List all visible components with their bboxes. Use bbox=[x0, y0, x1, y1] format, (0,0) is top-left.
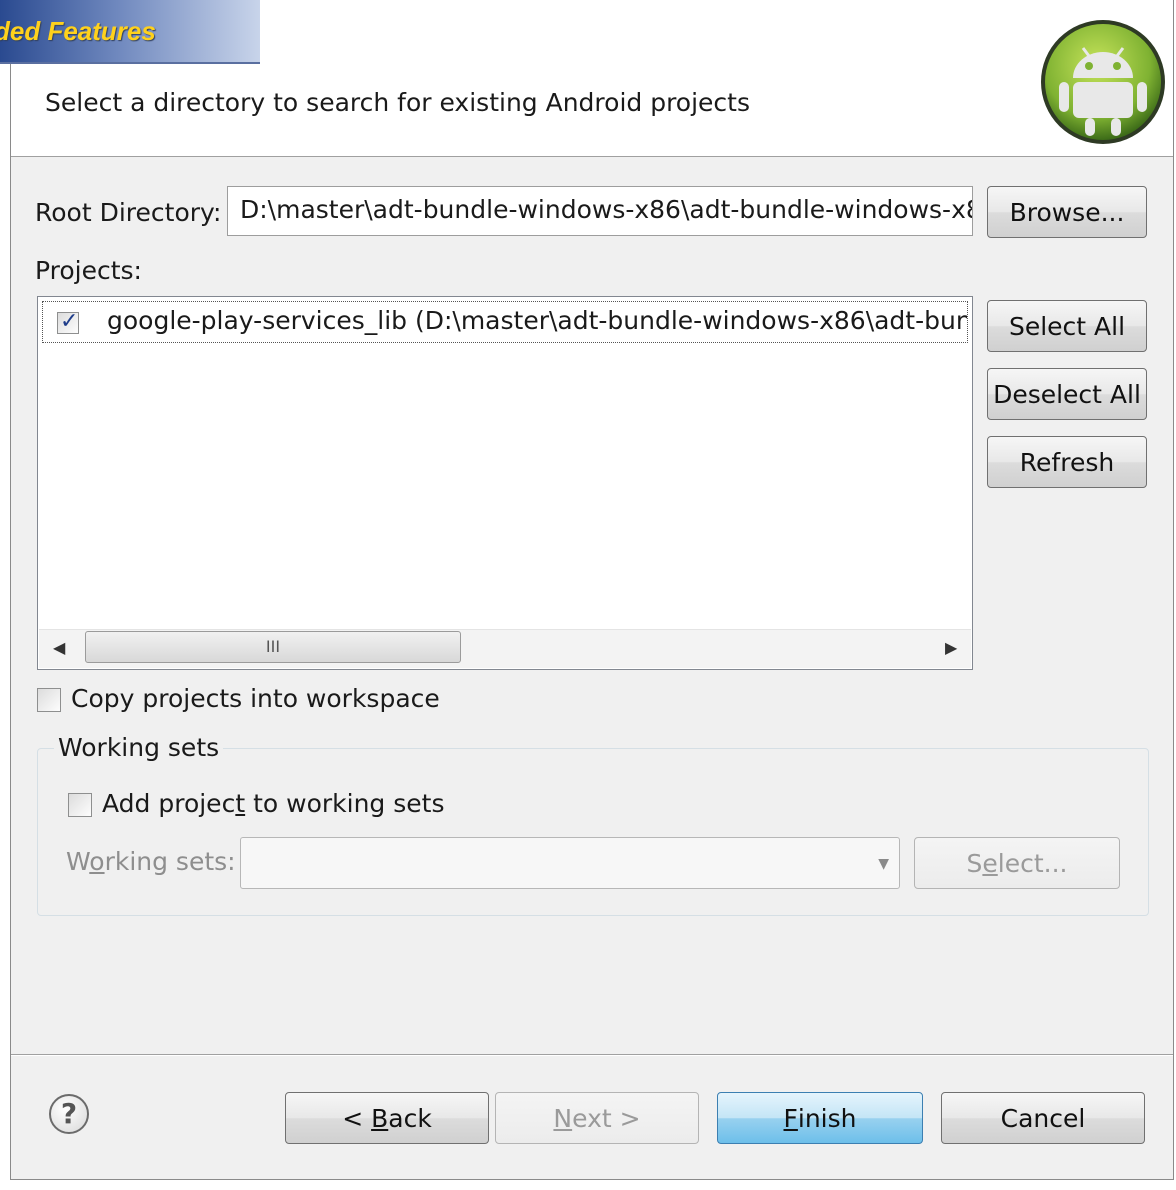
deselect-all-button[interactable]: Deselect All bbox=[987, 368, 1147, 420]
root-directory-input[interactable]: D:\master\adt-bundle-windows-x86\adt-bun… bbox=[227, 186, 973, 236]
list-item[interactable]: ✓ google-play-services_lib (D:\master\ad… bbox=[42, 301, 968, 343]
working-sets-select-button[interactable]: Se lect... bbox=[914, 837, 1120, 889]
footer-separator bbox=[11, 1054, 1173, 1056]
projects-list[interactable]: ✓ google-play-services_lib (D:\master\ad… bbox=[37, 296, 973, 670]
scroll-thumb[interactable]: III bbox=[85, 631, 461, 663]
copy-projects-checkbox[interactable] bbox=[37, 688, 61, 712]
working-sets-combo[interactable]: ▼ bbox=[240, 837, 900, 889]
project-label: google-play-services_lib (D:\master\adt-… bbox=[107, 306, 968, 335]
wizard-description: Select a directory to search for existin… bbox=[45, 88, 750, 117]
cancel-button[interactable]: Cancel bbox=[941, 1092, 1145, 1144]
horizontal-scrollbar[interactable]: ◀ III ▶ bbox=[39, 629, 971, 668]
add-to-working-sets-label[interactable]: Add project to working sets bbox=[102, 789, 444, 818]
refresh-button[interactable]: Refresh bbox=[987, 436, 1147, 488]
back-button[interactable]: < Back bbox=[285, 1092, 489, 1144]
root-directory-label: Root Directory: bbox=[35, 198, 222, 227]
chevron-down-icon[interactable]: ▼ bbox=[878, 856, 889, 872]
browse-button[interactable]: Browse... bbox=[987, 186, 1147, 238]
help-icon[interactable]: ? bbox=[49, 1094, 89, 1134]
project-checkbox[interactable]: ✓ bbox=[57, 309, 79, 334]
finish-button[interactable]: Finish bbox=[717, 1092, 923, 1144]
overlay-banner: ded Features bbox=[0, 0, 260, 64]
check-icon: ✓ bbox=[60, 309, 79, 334]
add-to-working-sets-checkbox[interactable] bbox=[68, 793, 92, 817]
arrow-left-icon[interactable]: ◀ bbox=[53, 638, 65, 657]
working-sets-group: Working sets Add project to working sets… bbox=[37, 733, 1149, 916]
arrow-right-icon[interactable]: ▶ bbox=[945, 638, 957, 657]
next-button[interactable]: Next > bbox=[495, 1092, 699, 1144]
overlay-banner-text: ded Features bbox=[0, 16, 156, 46]
working-sets-group-title: Working sets bbox=[54, 733, 224, 762]
working-sets-field-label: Working sets: bbox=[66, 847, 236, 876]
android-logo-icon bbox=[1041, 20, 1165, 144]
copy-projects-label[interactable]: Copy projects into workspace bbox=[71, 684, 440, 713]
select-all-button[interactable]: Select All bbox=[987, 300, 1147, 352]
import-projects-dialog: Select a directory to search for existin… bbox=[10, 0, 1174, 1180]
projects-label: Projects: bbox=[35, 256, 142, 285]
